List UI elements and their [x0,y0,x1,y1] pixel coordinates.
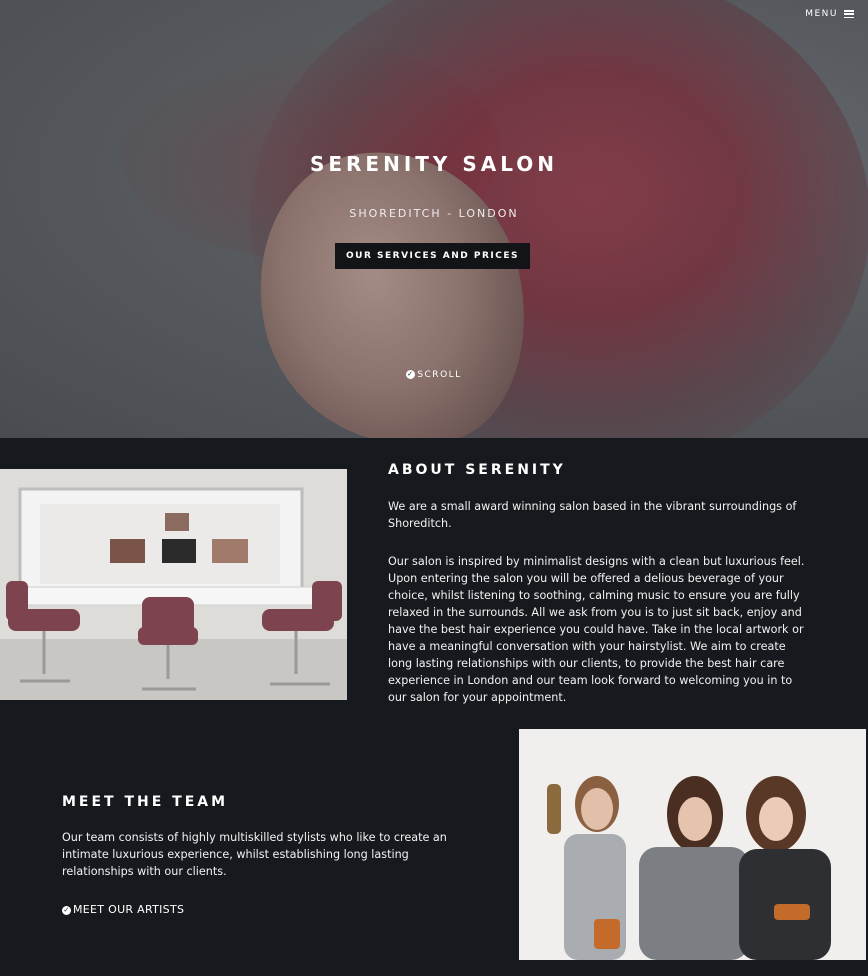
menu-button[interactable]: MENU [805,9,854,19]
team-title: MEET THE TEAM [62,794,229,810]
hero-section: MENU SERENITY SALON SHOREDITCH - LONDON … [0,0,868,438]
scroll-link[interactable]: ✓ SCROLL [0,370,868,380]
meet-artists-link[interactable]: ✓ MEET OUR ARTISTS [62,903,184,916]
salon-interior-image [0,469,347,700]
hamburger-icon [844,10,854,18]
team-photo [519,729,866,960]
about-paragraph-2: Our salon is inspired by minimalist desi… [388,555,805,704]
chevron-down-circle-icon: ✓ [406,370,416,379]
about-paragraph-1: We are a small award winning salon based… [388,500,797,530]
scroll-label: SCROLL [417,370,462,380]
hero-subtitle: SHOREDITCH - LONDON [349,207,519,220]
about-title: ABOUT SERENITY [388,462,566,478]
chevron-down-circle-icon: ✓ [62,905,71,915]
hero-title: SERENITY SALON [309,152,559,176]
team-paragraph: Our team consists of highly multiskilled… [62,831,447,878]
meet-artists-label: MEET OUR ARTISTS [73,903,185,916]
services-prices-button[interactable]: OUR SERVICES AND PRICES [335,243,530,269]
menu-label: MENU [805,9,838,19]
